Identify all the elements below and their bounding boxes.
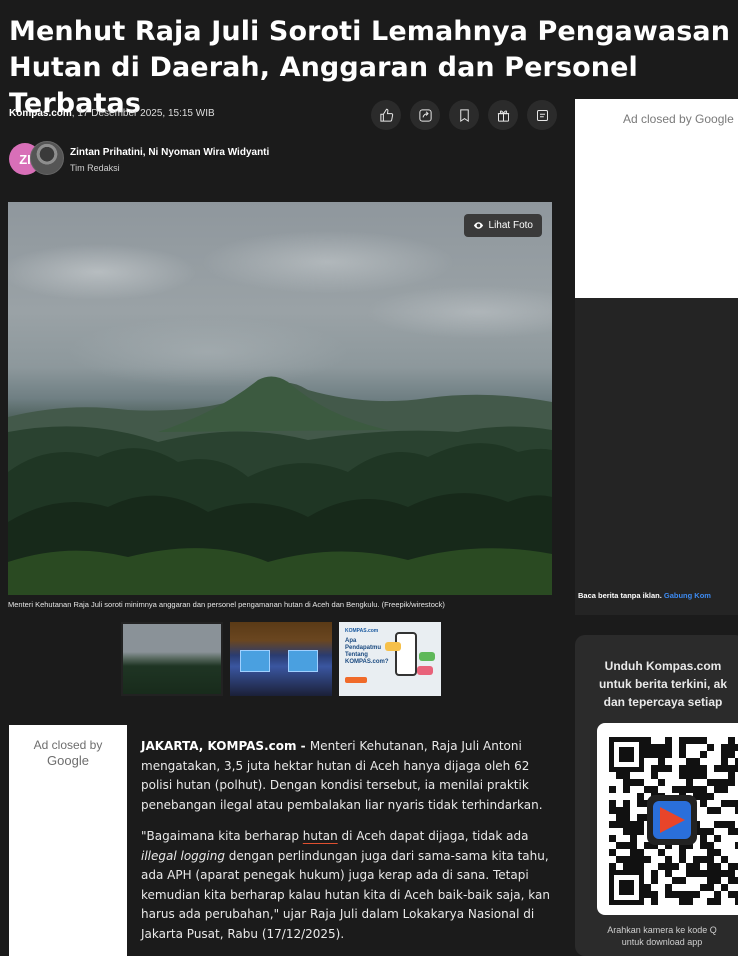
promo-title: Apa Pendapatmu Tentang KOMPAS.com?: [345, 638, 389, 665]
view-photo-button[interactable]: Lihat Foto: [463, 214, 542, 237]
join-link[interactable]: Gabung Kom: [664, 591, 711, 600]
promo-bubble: [417, 666, 433, 675]
ad-free-text: Baca berita tanpa iklan.: [578, 591, 664, 600]
like-button[interactable]: [371, 100, 401, 130]
promo-bubble: [419, 652, 435, 661]
thumbnail-promo[interactable]: KOMPAS.com Apa Pendapatmu Tentang KOMPAS…: [339, 622, 441, 696]
article-meta: Kompas.com, 17 Desember 2025, 15:15 WIB: [9, 108, 215, 119]
gift-button[interactable]: [488, 100, 518, 130]
bookmark-icon: [459, 108, 469, 122]
share-icon: [418, 108, 432, 122]
thumbnail-screen: [288, 650, 318, 672]
ad-closed-label: Ad closed by: [33, 738, 103, 752]
app-download-card: Unduh Kompas.com untuk berita terkini, ak…: [575, 635, 738, 956]
publish-datetime: , 17 Desember 2025, 15:15 WIB: [71, 108, 215, 119]
dateline: JAKARTA, KOMPAS.com -: [141, 739, 310, 753]
paragraph-text: "Bagaimana kita berharap: [141, 829, 303, 843]
author-names[interactable]: Zintan Prihatini, Ni Nyoman Wira Widyant…: [70, 147, 269, 158]
gift-icon: [497, 109, 509, 122]
paragraph-text: di Aceh dapat dijaga, tidak ada: [337, 829, 529, 843]
eye-icon: [473, 222, 483, 229]
comment-button[interactable]: [527, 100, 557, 130]
forest-landscape: [8, 376, 552, 595]
promo-phone: [395, 632, 417, 676]
sidebar-ad: Ad closed by Google: [575, 99, 738, 298]
avatar[interactable]: [30, 141, 64, 175]
thumbnail-forest[interactable]: [121, 622, 223, 696]
comment-icon: [536, 109, 548, 121]
thumbnail-event[interactable]: [230, 622, 332, 696]
ad-free-note: Baca berita tanpa iklan. Gabung Kom: [578, 591, 711, 600]
share-button[interactable]: [410, 100, 440, 130]
qr-instruction: Arahkan kamera ke kode Quntuk download a…: [575, 924, 738, 948]
ad-google-label: Google: [47, 753, 89, 768]
author-team: Tim Redaksi: [70, 163, 120, 173]
hero-photo[interactable]: Lihat Foto: [8, 202, 552, 595]
promo-button: [345, 677, 367, 683]
app-download-text: Unduh Kompas.com untuk berita terkini, ak…: [575, 657, 738, 711]
keyword-link[interactable]: hutan: [303, 829, 338, 843]
article-body: JAKARTA, KOMPAS.com - Menteri Kehutanan,…: [141, 737, 561, 956]
qr-instruction-text: Arahkan kamera ke kode Quntuk download a…: [607, 925, 717, 947]
promo-line: Unduh Kompas.com untuk berita terkini, ak…: [598, 659, 728, 709]
italic-term: illegal logging: [141, 848, 225, 863]
article-paragraph: JAKARTA, KOMPAS.com - Menteri Kehutanan,…: [141, 737, 561, 815]
qr-code-pattern: [609, 737, 738, 905]
promo-brand: KOMPAS.com: [345, 628, 379, 634]
source-label: Kompas.com: [9, 108, 72, 119]
article-paragraph: "Bagaimana kita berharap hutan di Aceh d…: [141, 827, 561, 944]
sidebar-ad-area: [575, 298, 738, 615]
thumbs-up-icon: [379, 108, 393, 122]
article-actions: [371, 100, 557, 130]
ad-closed-box: Ad closed by Google: [9, 725, 127, 956]
qr-code[interactable]: [597, 723, 738, 915]
promo-bubble: [385, 642, 401, 651]
view-photo-label: Lihat Foto: [488, 220, 533, 231]
photo-caption: Menteri Kehutanan Raja Juli soroti minim…: [8, 600, 445, 609]
thumbnail-screen: [240, 650, 270, 672]
bookmark-button[interactable]: [449, 100, 479, 130]
photo-thumbnails: KOMPAS.com Apa Pendapatmu Tentang KOMPAS…: [121, 622, 441, 696]
